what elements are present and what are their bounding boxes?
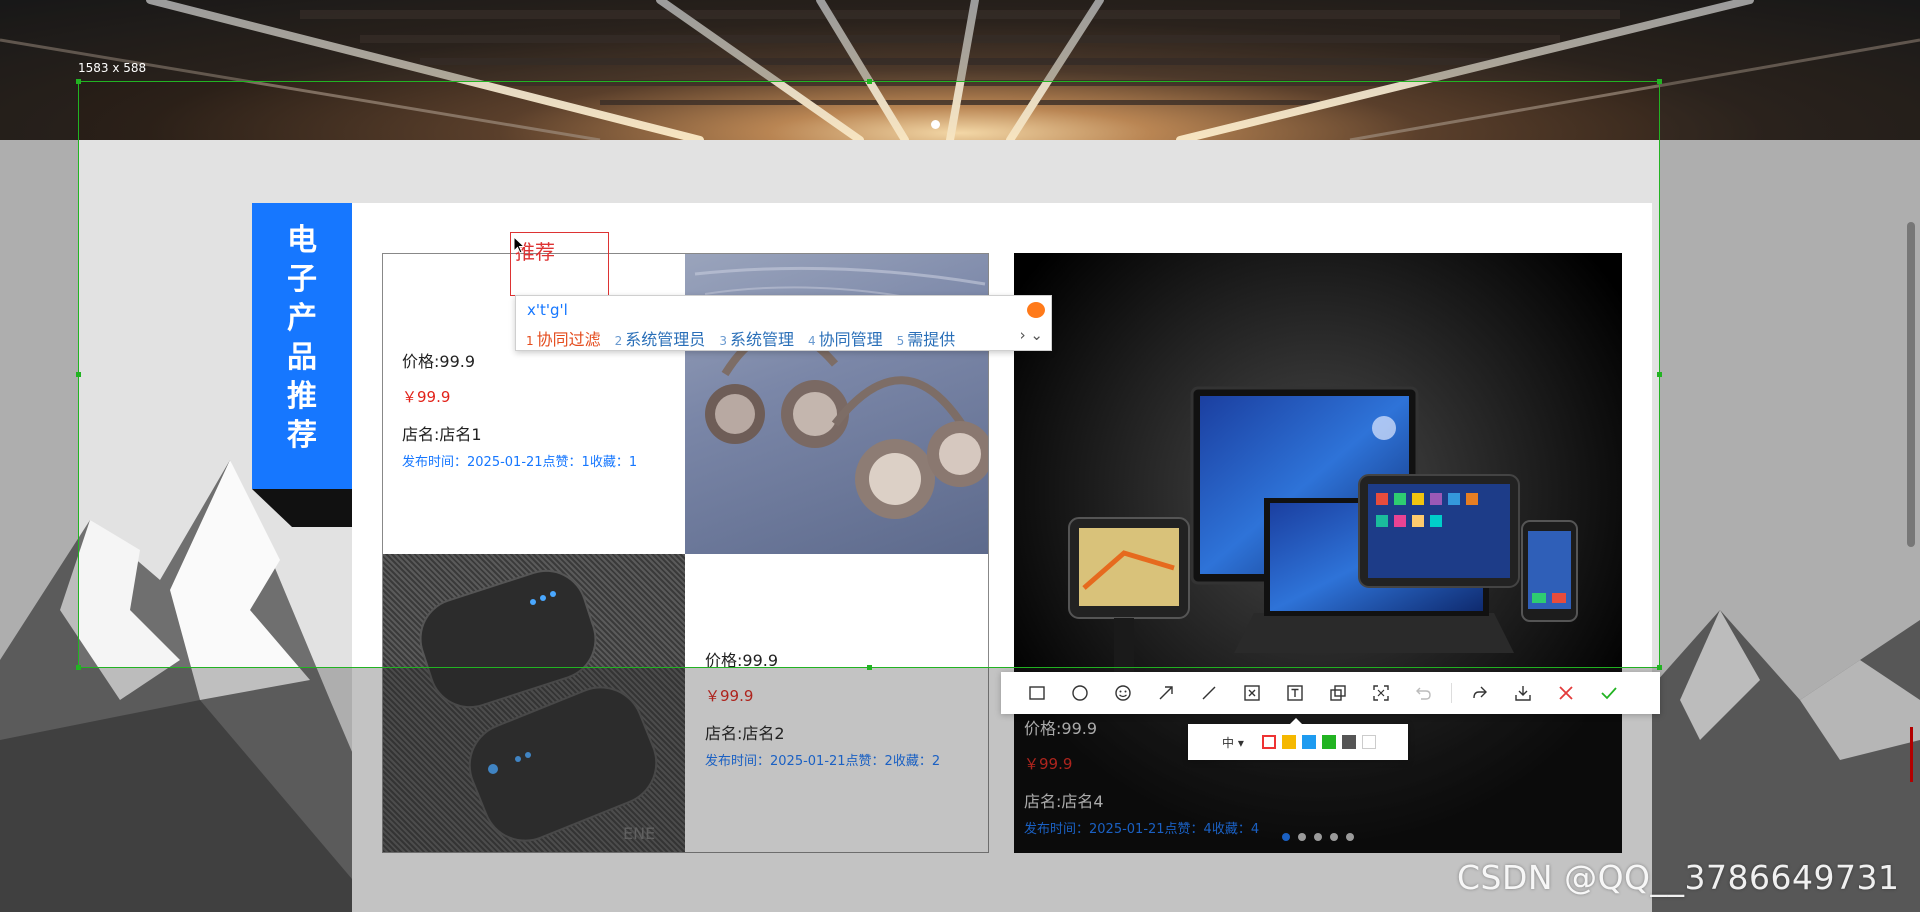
color-swatch-green[interactable] [1321,735,1336,749]
share-icon[interactable] [1458,672,1501,714]
emoji-icon[interactable] [1101,672,1144,714]
resize-handle[interactable] [76,79,81,84]
confirm-icon[interactable] [1587,672,1630,714]
line-icon[interactable] [1187,672,1230,714]
ime-more-icon[interactable]: › ⌄ [1020,326,1043,344]
product-meta: 发布时间：2025-01-21点赞：4收藏：4 [1024,822,1260,837]
price: ￥99.9 [705,687,754,705]
color-swatch-yellow[interactable] [1281,735,1296,749]
text-options-bar: 中 ▾ [1188,718,1408,760]
color-swatch-white[interactable] [1361,735,1376,749]
ime-candidate[interactable]: 2 系统管理员 [615,326,706,350]
resize-handle[interactable] [1657,372,1662,377]
screen: { "capture": { "size_label": "1583 x 588… [0,0,1920,912]
shop-name: 店名:店名2 [705,724,785,743]
carousel-dot[interactable] [1298,833,1306,841]
resize-handle[interactable] [1657,79,1662,84]
product-meta: 发布时间：2025-01-21点赞：2收藏：2 [705,754,941,769]
layers-icon[interactable] [1316,672,1359,714]
mosaic-icon[interactable] [1230,672,1273,714]
resize-handle[interactable] [867,79,872,84]
csdn-watermark: CSDN @QQ__3786649731 [1457,858,1900,897]
ocr-icon[interactable] [1359,672,1402,714]
undo-icon[interactable] [1402,672,1445,714]
page-scrollbar[interactable] [1907,222,1915,547]
arrow-icon[interactable] [1144,672,1187,714]
resize-handle[interactable] [76,372,81,377]
resize-handle[interactable] [1657,665,1662,670]
shop-name: 店名:店名4 [1024,792,1104,811]
color-swatch-gray[interactable] [1341,735,1356,749]
subbar-caret [1290,718,1302,724]
ime-logo-icon[interactable] [1027,302,1045,318]
carousel-dot[interactable] [1330,833,1338,841]
ime-candidate[interactable]: 4 协同管理 [808,326,883,350]
ime-candidate[interactable]: 5 需提供 [897,326,956,350]
carousel-dot[interactable] [1314,833,1322,841]
mouse-cursor-icon [513,236,525,254]
ime-candidate[interactable]: 3 系统管理 [719,326,794,350]
image-watermark: ENE [623,824,655,843]
close-icon[interactable] [1544,672,1587,714]
text-icon[interactable] [1273,672,1316,714]
capture-region[interactable] [78,81,1660,668]
ime-candidate[interactable]: 1 协同过滤 [526,326,601,350]
circle-icon[interactable] [1058,672,1101,714]
capture-size-label: 1583 x 588 [78,61,147,75]
resize-handle[interactable] [867,665,872,670]
font-size-select[interactable]: 中 ▾ [1222,734,1244,751]
rectangle-icon[interactable] [1015,672,1058,714]
ime-composition: x't'g'l [527,301,568,319]
color-swatch-blue[interactable] [1301,735,1316,749]
capture-toolbar [1001,672,1660,714]
carousel-dot[interactable] [1346,833,1354,841]
edge-indicator [1910,727,1913,782]
ime-candidate-popup: x't'g'l 1 协同过滤 2 系统管理员 3 系统管理 4 协同管理 5 需提供 › … [515,295,1052,351]
carousel-dot[interactable] [1282,833,1290,841]
color-swatch-red[interactable] [1261,735,1276,749]
download-icon[interactable] [1501,672,1544,714]
toolbar-divider [1451,683,1452,703]
carousel-dots [1282,833,1354,841]
resize-handle[interactable] [76,665,81,670]
